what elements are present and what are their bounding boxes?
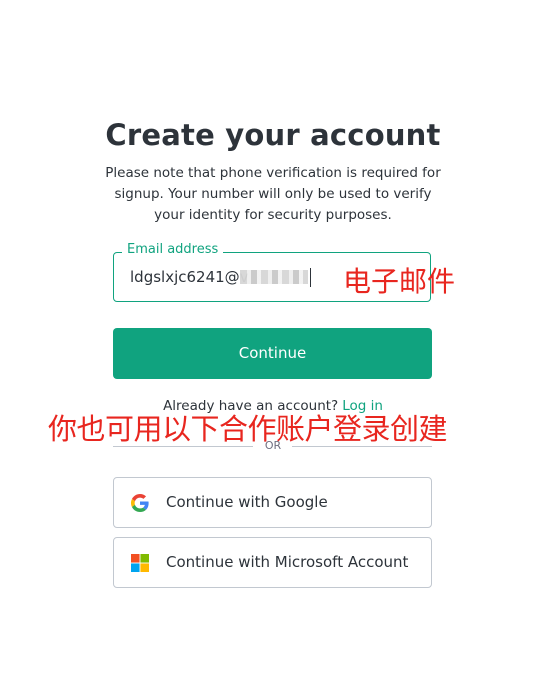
- google-button-label: Continue with Google: [166, 493, 328, 511]
- microsoft-icon: [131, 554, 149, 572]
- microsoft-button-label: Continue with Microsoft Account: [166, 553, 409, 571]
- email-field-label: Email address: [122, 241, 224, 259]
- email-annotation: 电子邮件: [343, 265, 456, 298]
- phone-verification-note: Please note that phone verification is r…: [105, 165, 441, 223]
- continue-button[interactable]: Continue: [113, 328, 432, 379]
- email-field-value[interactable]: ldgslxjc6241@v: [130, 266, 249, 288]
- signup-page: Create your account Please note that pho…: [0, 0, 539, 675]
- page-title: Create your account: [105, 118, 441, 152]
- redacted-email-domain: [240, 270, 308, 284]
- continue-with-google-button[interactable]: Continue with Google: [113, 477, 432, 528]
- continue-with-microsoft-button[interactable]: Continue with Microsoft Account: [113, 537, 432, 588]
- alternative-login-annotation: 你也可用以下合作账户登录创建: [48, 412, 448, 446]
- google-icon: [131, 494, 149, 512]
- text-cursor: [310, 268, 311, 287]
